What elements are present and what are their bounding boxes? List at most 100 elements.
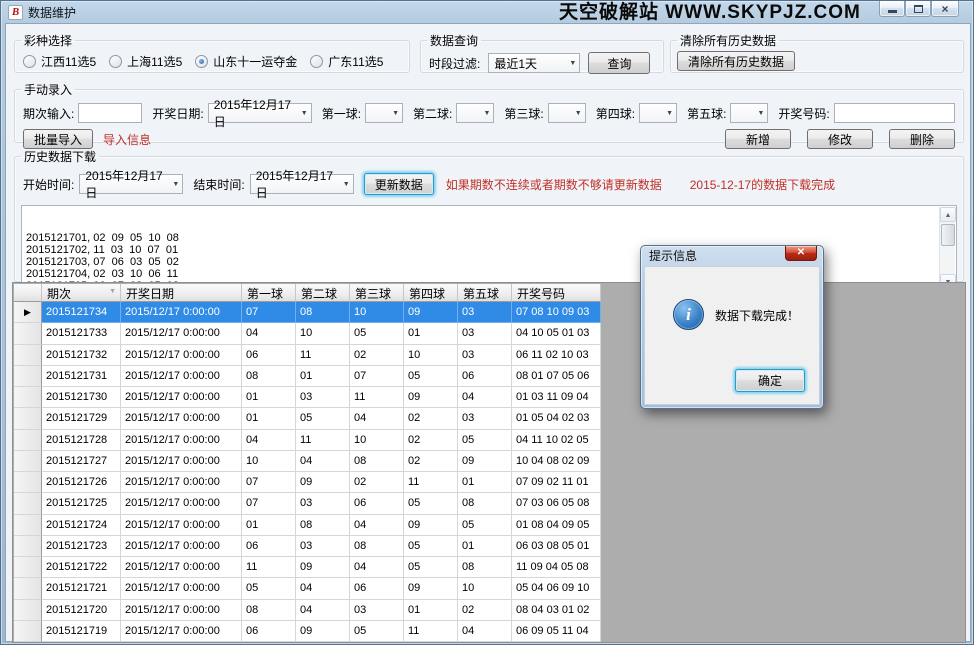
table-row[interactable]: 20151217252015/12/17 0:00:00070306050807… <box>14 493 601 514</box>
table-cell[interactable]: 2015/12/17 0:00:00 <box>121 472 242 493</box>
draw-date-select[interactable]: 2015年12月17日 ▼ <box>208 103 312 123</box>
table-cell[interactable]: 2015121726 <box>42 472 121 493</box>
table-cell[interactable]: 08 <box>458 493 512 514</box>
table-cell[interactable]: 04 <box>296 600 350 621</box>
table-cell[interactable]: 04 <box>242 323 296 344</box>
table-cell[interactable]: 06 <box>242 621 296 642</box>
table-cell[interactable]: 2015/12/17 0:00:00 <box>121 302 242 323</box>
row-header-cell[interactable] <box>14 493 42 514</box>
table-cell[interactable]: 01 <box>458 472 512 493</box>
lottery-radio-option[interactable]: 江西11选5 <box>23 53 96 70</box>
table-cell[interactable]: 05 <box>296 408 350 429</box>
table-cell[interactable]: 10 <box>296 323 350 344</box>
table-cell[interactable]: 04 10 05 01 03 <box>512 323 601 344</box>
table-cell[interactable]: 03 <box>458 408 512 429</box>
row-header-cell[interactable] <box>14 387 42 408</box>
table-row[interactable]: 20151217322015/12/17 0:00:00061102100306… <box>14 345 601 366</box>
table-cell[interactable]: 02 <box>350 345 404 366</box>
table-cell[interactable]: 11 <box>296 345 350 366</box>
row-header-cell[interactable] <box>14 472 42 493</box>
table-cell[interactable]: 11 09 04 05 08 <box>512 557 601 578</box>
table-cell[interactable]: 01 <box>242 408 296 429</box>
table-cell[interactable]: 2015121720 <box>42 600 121 621</box>
ok-button[interactable]: 确定 <box>735 369 805 392</box>
table-cell[interactable]: 09 <box>404 302 458 323</box>
table-cell[interactable]: 02 <box>404 430 458 451</box>
table-cell[interactable]: 08 <box>242 600 296 621</box>
table-cell[interactable]: 2015121721 <box>42 578 121 599</box>
table-cell[interactable]: 2015/12/17 0:00:00 <box>121 621 242 642</box>
table-cell[interactable]: 2015/12/17 0:00:00 <box>121 323 242 344</box>
table-cell[interactable]: 03 <box>458 323 512 344</box>
table-row[interactable]: 20151217202015/12/17 0:00:00080403010208… <box>14 600 601 621</box>
table-cell[interactable]: 05 <box>404 557 458 578</box>
table-cell[interactable]: 04 <box>458 387 512 408</box>
table-cell[interactable]: 2015121719 <box>42 621 121 642</box>
dialog-close-button[interactable]: ✕ <box>785 246 817 261</box>
maximize-button[interactable] <box>905 1 931 17</box>
ball-select[interactable]: ▼ <box>456 103 494 123</box>
table-cell[interactable]: 2015/12/17 0:00:00 <box>121 515 242 536</box>
scroll-up-icon[interactable]: ▲ <box>940 207 956 222</box>
draw-number-input[interactable] <box>834 103 955 123</box>
table-cell[interactable]: 2015121727 <box>42 451 121 472</box>
lottery-radio-option[interactable]: 山东十一运夺金 <box>195 53 297 70</box>
table-cell[interactable]: 07 <box>350 366 404 387</box>
table-cell[interactable]: 2015121728 <box>42 430 121 451</box>
column-header[interactable]: 第四球 <box>404 284 458 302</box>
minimize-button[interactable] <box>879 1 905 17</box>
table-cell[interactable]: 06 <box>242 345 296 366</box>
table-cell[interactable]: 2015121734 <box>42 302 121 323</box>
row-header-cell[interactable] <box>14 621 42 642</box>
table-cell[interactable]: 2015/12/17 0:00:00 <box>121 557 242 578</box>
start-time-select[interactable]: 2015年12月17日 ▼ <box>79 174 183 194</box>
scroll-thumb[interactable] <box>941 224 955 246</box>
column-header[interactable]: 第二球 <box>296 284 350 302</box>
table-cell[interactable]: 10 <box>350 430 404 451</box>
table-cell[interactable]: 07 <box>242 302 296 323</box>
ball-select[interactable]: ▼ <box>365 103 403 123</box>
table-cell[interactable]: 11 <box>296 430 350 451</box>
issue-input[interactable] <box>78 103 142 123</box>
table-cell[interactable]: 03 <box>350 600 404 621</box>
row-header-cell[interactable] <box>14 430 42 451</box>
column-header[interactable]: 开奖日期 <box>121 284 242 302</box>
table-cell[interactable]: 05 <box>350 323 404 344</box>
table-cell[interactable]: 09 <box>296 621 350 642</box>
delete-button[interactable]: 删除 <box>889 129 955 149</box>
time-filter-select[interactable]: 最近1天 ▼ <box>488 53 580 73</box>
table-cell[interactable]: 11 <box>404 621 458 642</box>
table-cell[interactable]: 07 08 10 09 03 <box>512 302 601 323</box>
table-cell[interactable]: 05 04 06 09 10 <box>512 578 601 599</box>
table-cell[interactable]: 06 <box>350 578 404 599</box>
table-cell[interactable]: 10 04 08 02 09 <box>512 451 601 472</box>
clear-history-button[interactable]: 清除所有历史数据 <box>677 51 795 71</box>
table-cell[interactable]: 08 <box>350 451 404 472</box>
update-data-button[interactable]: 更新数据 <box>364 173 434 195</box>
table-cell[interactable]: 01 <box>296 366 350 387</box>
table-cell[interactable]: 05 <box>404 536 458 557</box>
table-cell[interactable]: 04 <box>296 451 350 472</box>
table-cell[interactable]: 08 <box>296 302 350 323</box>
table-cell[interactable]: 06 <box>458 366 512 387</box>
row-header-cell[interactable] <box>14 515 42 536</box>
table-cell[interactable]: 03 <box>296 493 350 514</box>
table-cell[interactable]: 2015/12/17 0:00:00 <box>121 345 242 366</box>
table-row[interactable]: 20151217282015/12/17 0:00:00041110020504… <box>14 430 601 451</box>
table-row[interactable]: 20151217242015/12/17 0:00:00010804090501… <box>14 515 601 536</box>
table-cell[interactable]: 09 <box>404 387 458 408</box>
table-row[interactable]: 20151217292015/12/17 0:00:00010504020301… <box>14 408 601 429</box>
table-cell[interactable]: 2015/12/17 0:00:00 <box>121 366 242 387</box>
table-cell[interactable]: 07 09 02 11 01 <box>512 472 601 493</box>
table-cell[interactable]: 06 03 08 05 01 <box>512 536 601 557</box>
table-cell[interactable]: 08 <box>296 515 350 536</box>
close-button[interactable]: × <box>931 1 959 17</box>
row-header-cell[interactable] <box>14 451 42 472</box>
table-cell[interactable]: 07 03 06 05 08 <box>512 493 601 514</box>
row-header-cell[interactable] <box>14 408 42 429</box>
batch-import-button[interactable]: 批量导入 <box>23 129 93 149</box>
table-cell[interactable]: 10 <box>242 451 296 472</box>
table-row[interactable]: 20151217262015/12/17 0:00:00070902110107… <box>14 472 601 493</box>
table-cell[interactable]: 01 <box>404 600 458 621</box>
query-button[interactable]: 查询 <box>588 52 650 74</box>
